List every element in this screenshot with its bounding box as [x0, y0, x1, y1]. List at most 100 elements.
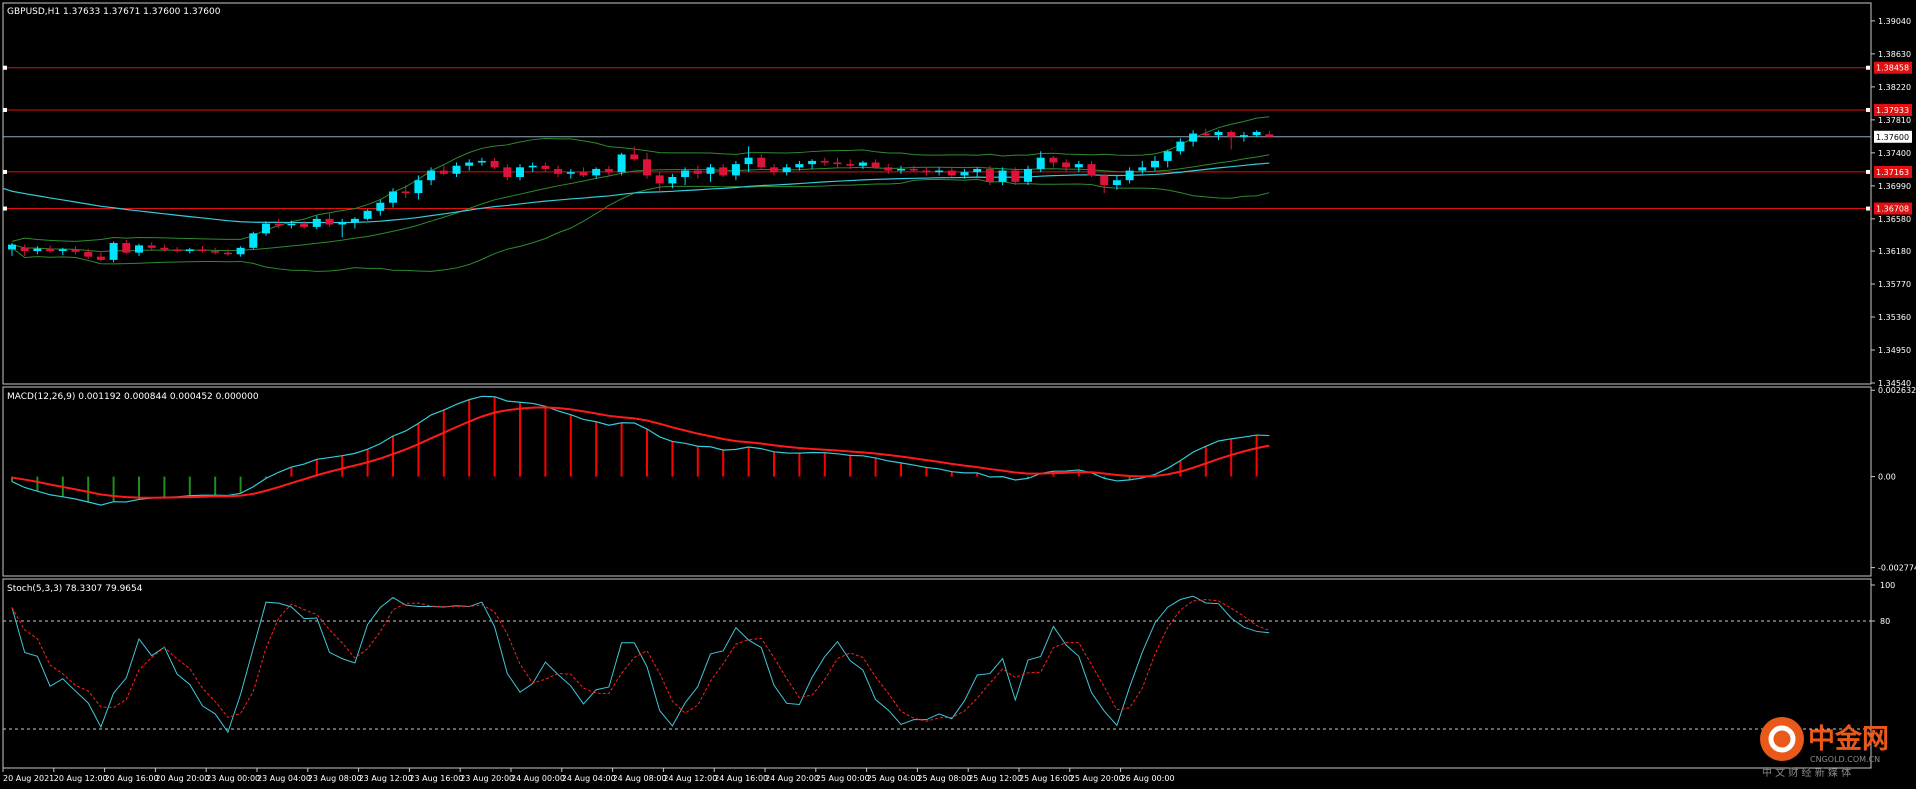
level-handle-0[interactable] — [3, 65, 7, 70]
watermark-subtitle: 中 文 财 经 新 媒 体 — [1762, 766, 1851, 779]
candle-body — [985, 168, 994, 182]
candle-body — [160, 247, 169, 250]
time-tick-label: 20 Aug 2021 — [3, 774, 54, 783]
price-tick-label: 1.36580 — [1878, 215, 1911, 224]
candle-body — [833, 162, 842, 165]
candle-body — [592, 168, 601, 176]
level-handle-1[interactable] — [3, 107, 7, 112]
candle-body — [909, 168, 918, 171]
candle-body — [884, 167, 893, 171]
candle-body — [439, 170, 448, 174]
candle-body — [1163, 151, 1172, 161]
candle-body — [960, 172, 969, 176]
price-tick-label: 1.38220 — [1878, 83, 1911, 92]
candle-body — [58, 249, 67, 252]
candle-body — [998, 170, 1007, 182]
candle-body — [325, 218, 334, 225]
candle-body — [20, 247, 29, 252]
candle-body — [211, 251, 220, 253]
candle-body — [477, 160, 486, 163]
candle-body — [947, 170, 956, 176]
macd-axis: 0.002632 0.00 -0.002774 — [1871, 386, 1916, 573]
candle-body — [414, 180, 423, 194]
time-tick-label: 24 Aug 08:00 — [613, 774, 667, 783]
level-tag-label-0: 1.38458 — [1876, 64, 1909, 73]
time-axis: 20 Aug 2021 20 Aug 12:0020 Aug 16:0020 Au… — [2, 768, 1175, 783]
candle-body — [1189, 133, 1198, 142]
candle-body — [262, 223, 270, 234]
price-tick-label: 1.36990 — [1878, 182, 1911, 191]
candle-body — [350, 218, 359, 223]
candle-body — [312, 218, 321, 227]
candle-body — [96, 256, 105, 260]
candle-body — [223, 252, 232, 255]
candle-body — [122, 242, 131, 253]
candle-body — [249, 233, 258, 248]
level-handle-2[interactable] — [3, 169, 7, 174]
candle-body — [198, 249, 207, 252]
stoch-axis: 100 80 — [1871, 581, 1895, 626]
candle-body — [630, 154, 639, 160]
price-tick-label: 1.34950 — [1878, 346, 1911, 355]
time-tick-label: 24 Aug 12:00 — [663, 774, 717, 783]
candle-body — [465, 162, 474, 166]
macd-panel[interactable]: MACD(12,26,9) 0.001192 0.000844 0.000452… — [2, 386, 1916, 577]
candle-body — [922, 170, 931, 173]
level-handle-right-3[interactable] — [1866, 206, 1870, 211]
candle-body — [1062, 162, 1071, 168]
candle-body — [1074, 164, 1083, 168]
time-tick-label: 20 Aug 20:00 — [155, 774, 209, 783]
price-tick-label: 1.35360 — [1878, 313, 1911, 322]
candle-body — [871, 162, 880, 168]
watermark-title: 中金网 — [1808, 723, 1889, 755]
candle-body — [655, 175, 664, 184]
candle-body — [541, 165, 550, 169]
candle-body — [1151, 160, 1159, 168]
level-tag-label-3: 1.36708 — [1876, 205, 1909, 214]
price-tick-label: 1.37400 — [1878, 149, 1911, 158]
level-handle-3[interactable] — [3, 206, 7, 211]
level-handle-right-1[interactable] — [1866, 107, 1870, 112]
level-handle-right-2[interactable] — [1866, 169, 1870, 174]
stoch-tick-label: 80 — [1880, 617, 1890, 626]
price-panel[interactable]: GBPUSD,H1 1.37633 1.37671 1.37600 1.3760… — [2, 2, 1912, 388]
candle-body — [452, 165, 461, 174]
level-tag-label-2: 1.37163 — [1876, 168, 1909, 177]
candle-body — [185, 249, 194, 252]
candle-body — [858, 162, 867, 166]
candle-body — [389, 191, 397, 203]
level-handle-right-0[interactable] — [1866, 65, 1870, 70]
candle-body — [1011, 170, 1020, 182]
candle — [249, 231, 258, 250]
candle-body — [287, 223, 296, 226]
stoch-panel-title: Stoch(5,3,3) 78.3307 79.9654 — [7, 584, 143, 594]
trading-chart[interactable]: GBPUSD,H1 1.37633 1.37671 1.37600 1.3760… — [0, 0, 1916, 789]
time-tick-label: 23 Aug 04:00 — [257, 774, 311, 783]
candle-body — [503, 167, 512, 178]
candle-body — [109, 242, 118, 260]
candle-body — [1214, 131, 1223, 136]
candle-body — [719, 167, 728, 176]
price-tick-label: 1.38630 — [1878, 50, 1911, 59]
candle-body — [782, 167, 791, 173]
stoch-panel[interactable]: Stoch(5,3,3) 78.3307 79.9654 100 80 — [2, 578, 1895, 769]
candle-body — [1125, 170, 1134, 181]
time-tick-label: 23 Aug 08:00 — [308, 774, 362, 783]
candle-body — [935, 170, 944, 173]
macd-tick-label: 0.002632 — [1878, 386, 1916, 395]
candle-body — [135, 245, 143, 253]
stoch-panel-frame — [2, 578, 1872, 769]
candle-body — [681, 170, 690, 178]
time-tick-label: 25 Aug 20:00 — [1070, 774, 1124, 783]
candle-body — [1112, 180, 1121, 186]
time-tick-label: 25 Aug 00:00 — [816, 774, 870, 783]
candle-body — [566, 172, 575, 174]
candle-body — [84, 251, 93, 257]
candle-body — [617, 154, 626, 173]
price-tick-label: 1.39040 — [1878, 17, 1911, 26]
price-panel-title: GBPUSD,H1 1.37633 1.37671 1.37600 1.3760… — [7, 7, 221, 17]
candle-body — [1252, 131, 1261, 136]
time-tick-label: 25 Aug 08:00 — [917, 774, 971, 783]
time-tick-label: 23 Aug 00:00 — [206, 774, 260, 783]
candle-body — [236, 247, 245, 255]
